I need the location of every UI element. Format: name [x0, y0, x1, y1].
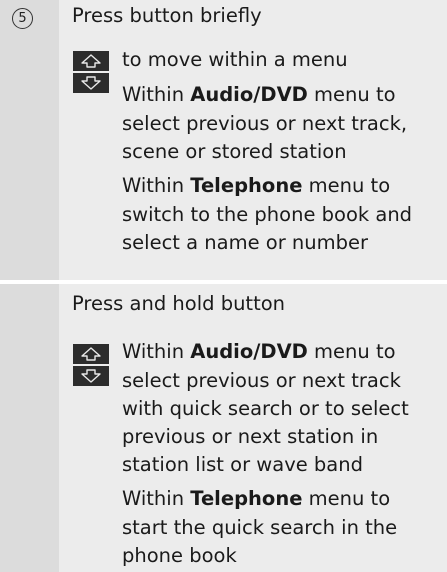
- text-hold-audio-line5: station list or wave band: [122, 453, 363, 476]
- telephone-label: Telephone: [190, 487, 303, 510]
- instruction-table: 5 Press button briefly to move within a …: [0, 0, 447, 572]
- row-content: Press button briefly to move within a me…: [72, 0, 439, 280]
- telephone-suffix: menu to: [302, 174, 391, 197]
- audio-suffix: menu to: [307, 340, 396, 363]
- item-number-badge: 5: [12, 8, 33, 29]
- up-arrow-button-icon: [73, 344, 109, 364]
- text-hold-audio-line1: Within Audio/DVD menu to: [122, 338, 396, 366]
- down-arrow-button-icon: [73, 73, 109, 93]
- text-audio-line1: Within Audio/DVD menu to: [122, 81, 396, 109]
- text-telephone-line1: Within Telephone menu to: [122, 172, 390, 200]
- heading-press-briefly: Press button briefly: [72, 4, 262, 27]
- text-hold-audio-line3: with quick search or to select: [122, 397, 409, 420]
- text-audio-line3: scene or stored station: [122, 140, 347, 163]
- telephone-prefix: Within: [122, 174, 191, 197]
- text-hold-audio-line2: select previous or next track: [122, 369, 401, 392]
- text-hold-audio-line4: previous or next station in: [122, 425, 379, 448]
- row-press-and-hold: Press and hold button Within Audio/DVD m…: [0, 284, 447, 572]
- audio-prefix: Within: [122, 340, 191, 363]
- audio-dvd-label: Audio/DVD: [190, 83, 308, 106]
- text-hold-telephone-line1: Within Telephone menu to: [122, 485, 390, 513]
- text-hold-telephone-line2: start the quick search in the: [122, 516, 398, 539]
- number-column-empty: [0, 284, 59, 572]
- audio-suffix: menu to: [307, 83, 396, 106]
- heading-press-and-hold: Press and hold button: [72, 292, 286, 315]
- down-arrow-button-icon: [73, 366, 109, 386]
- audio-dvd-label: Audio/DVD: [190, 340, 308, 363]
- text-hold-telephone-line3: phone book: [122, 544, 237, 567]
- text-telephone-line3: select a name or number: [122, 231, 369, 254]
- text-move-within-menu: to move within a menu: [122, 48, 348, 71]
- telephone-prefix: Within: [122, 487, 191, 510]
- number-column: 5: [0, 0, 59, 280]
- row-press-briefly: 5 Press button briefly to move within a …: [0, 0, 447, 280]
- telephone-suffix: menu to: [302, 487, 391, 510]
- up-arrow-button-icon: [73, 51, 109, 71]
- text-audio-line2: select previous or next track,: [122, 112, 408, 135]
- audio-prefix: Within: [122, 83, 191, 106]
- telephone-label: Telephone: [190, 174, 303, 197]
- row-content: Press and hold button Within Audio/DVD m…: [72, 284, 439, 572]
- text-telephone-line2: switch to the phone book and: [122, 203, 413, 226]
